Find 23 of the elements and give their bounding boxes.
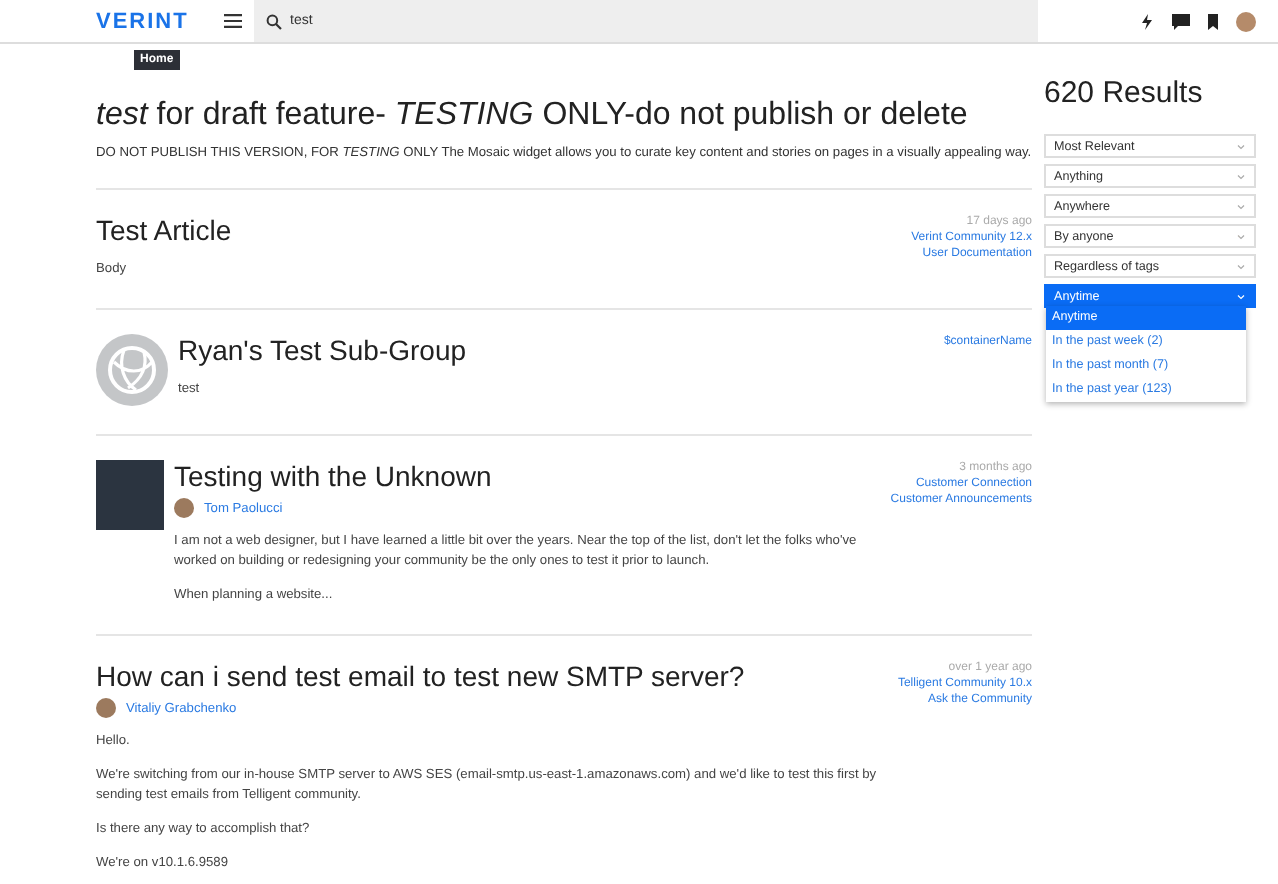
chevron-down-icon: [1236, 173, 1246, 179]
result-title[interactable]: Test Article: [96, 214, 902, 246]
chat-icon[interactable]: [1172, 13, 1190, 29]
user-avatar: [174, 498, 194, 518]
menu-icon[interactable]: [224, 14, 242, 28]
results-count: 620 Results: [1044, 76, 1205, 110]
chevron-down-icon: [1236, 143, 1246, 149]
result-title[interactable]: Testing with the Unknown: [174, 460, 881, 492]
search-icon: [266, 13, 282, 29]
result-title[interactable]: test for draft feature- TESTING ONLY-do not publish or delete: [96, 98, 1032, 134]
user-avatar[interactable]: [1236, 11, 1256, 31]
chevron-down-icon: [1236, 263, 1246, 269]
chevron-down-icon: [1236, 203, 1246, 209]
result-title[interactable]: How can i send test email to test new SMTP server?: [96, 660, 888, 692]
chevron-down-icon: [1236, 293, 1246, 299]
chevron-down-icon: [1236, 233, 1246, 239]
lightning-icon[interactable]: [1140, 13, 1154, 29]
bookmark-icon[interactable]: [1208, 13, 1218, 29]
result-title[interactable]: Ryan's Test Sub-Group: [178, 334, 934, 366]
group-logo-icon: [96, 334, 168, 406]
user-avatar: [96, 698, 116, 718]
photo-placeholder: [96, 460, 164, 530]
logo[interactable]: VERINT: [96, 9, 212, 33]
